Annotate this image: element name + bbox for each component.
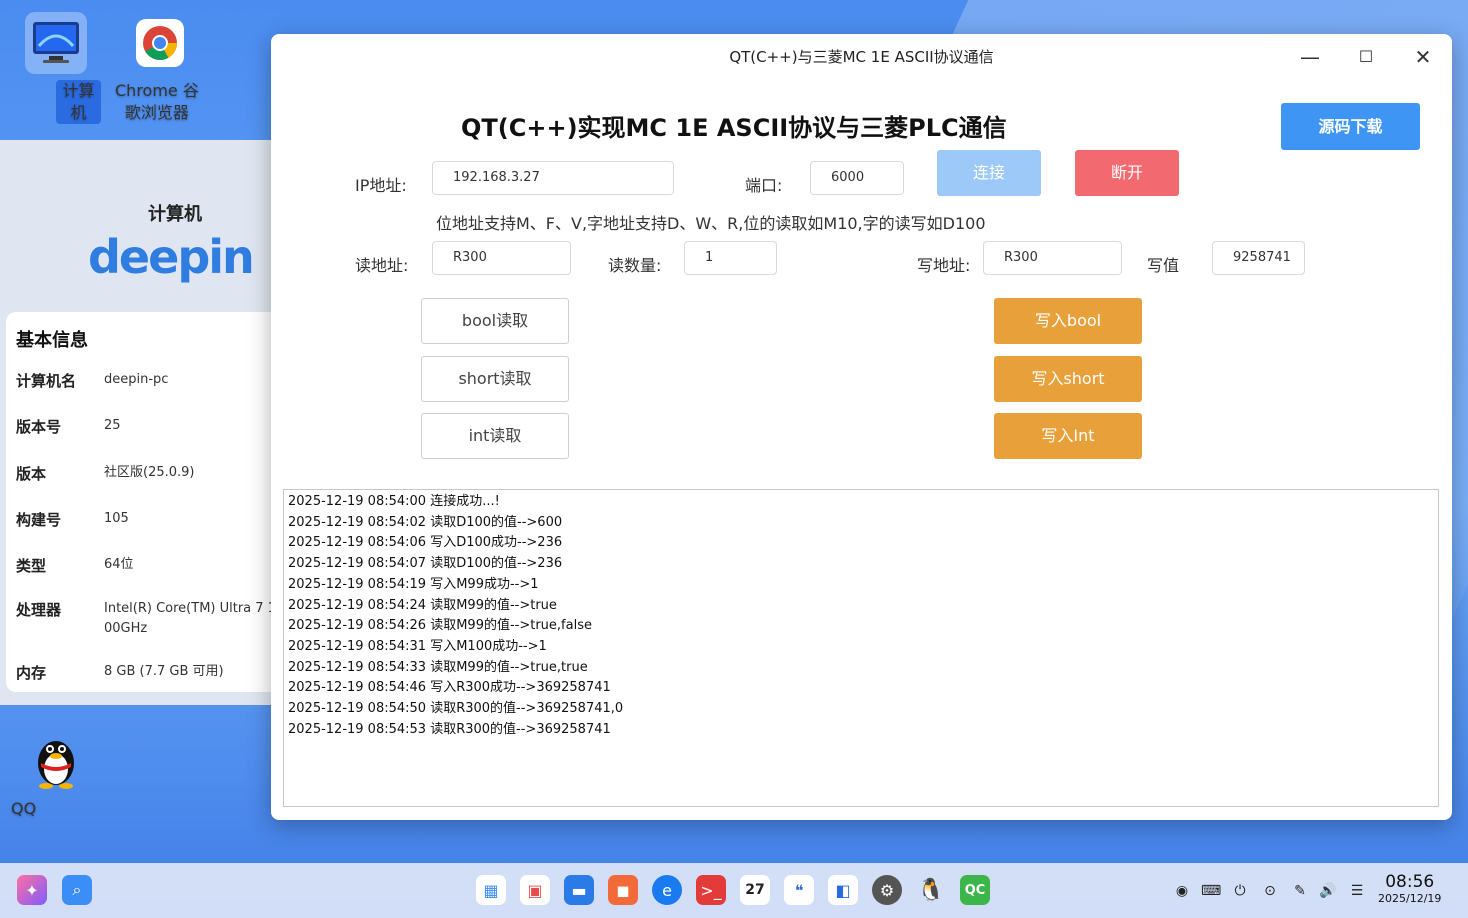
info-value: 64位 <box>104 557 134 572</box>
volume-icon[interactable]: 🔊 <box>1318 881 1338 901</box>
write-value-label: 写值 <box>1147 256 1180 275</box>
disconnect-button[interactable]: 断开 <box>1075 150 1179 196</box>
system-info-panel: 计算机 deepin 基本信息 计算机名 deepin-pc 版本号 25 版本 社区… <box>0 140 300 705</box>
int-read-button[interactable]: int读取 <box>421 413 569 459</box>
power-icon[interactable]: ⏻ <box>1230 881 1250 901</box>
clock-date: 2025/12/19 <box>1378 892 1442 905</box>
desktop-icon-label: 计算机 <box>56 80 101 124</box>
log-line: 2025-12-19 08:54:26 读取M99的值-->true,false <box>288 618 592 634</box>
info-key: 处理器 <box>16 601 62 619</box>
app-store-icon[interactable]: ◼ <box>608 875 638 905</box>
info-value: deepin-pc <box>104 372 169 387</box>
write-address-input[interactable]: R300 <box>983 241 1122 275</box>
log-line: 2025-12-19 08:54:24 读取M99的值-->true <box>288 597 557 613</box>
computer-icon <box>25 12 87 74</box>
minimize-icon[interactable]: — <box>1295 44 1325 70</box>
keyboard-icon[interactable]: ⌨ <box>1201 881 1221 901</box>
read-address-input[interactable]: R300 <box>432 241 571 275</box>
short-read-button[interactable]: short读取 <box>421 356 569 402</box>
write-value-input[interactable]: 9258741 <box>1212 241 1305 275</box>
chat-icon[interactable]: ❝ <box>784 875 814 905</box>
search-icon[interactable]: ⌕ <box>62 875 92 905</box>
connect-button[interactable]: 连接 <box>937 150 1041 196</box>
toggle-icon[interactable]: ☰ <box>1347 881 1367 901</box>
address-hint: 位地址支持M、F、V,字地址支持D、W、R,位的读取如M10,字的读写如D100 <box>436 214 986 233</box>
plc-comm-window: QT(C++)与三菱MC 1E ASCII协议通信 — ☐ ✕ QT(C++)实… <box>271 34 1452 820</box>
page-heading: QT(C++)实现MC 1E ASCII协议与三菱PLC通信 <box>461 114 1007 142</box>
bool-read-button[interactable]: bool读取 <box>421 298 569 344</box>
file-manager-icon[interactable]: ▬ <box>564 875 594 905</box>
info-value: 105 <box>104 511 129 526</box>
qt-creator-icon[interactable]: QC <box>960 875 990 905</box>
qq-penguin-icon <box>25 730 87 792</box>
log-line: 2025-12-19 08:54:46 写入R300成功-->369258741 <box>288 680 611 696</box>
info-key: 内存 <box>16 664 47 682</box>
deepin-logo: deepin <box>88 230 255 284</box>
write-bool-button[interactable]: 写入bool <box>994 298 1142 344</box>
info-key: 版本号 <box>16 418 62 436</box>
system-info-title: 计算机 <box>148 204 202 225</box>
notification-icon[interactable]: ⊙ <box>1260 881 1280 901</box>
settings-gear-icon[interactable]: ⚙ <box>872 875 902 905</box>
log-line: 2025-12-19 08:54:00 连接成功...! <box>288 494 500 509</box>
log-line: 2025-12-19 08:54:53 读取R300的值-->369258741 <box>288 721 611 737</box>
info-key: 版本 <box>16 465 47 483</box>
info-key: 计算机名 <box>16 372 77 390</box>
write-address-label: 写地址: <box>917 256 971 275</box>
log-line: 2025-12-19 08:54:50 读取R300的值-->369258741… <box>288 701 624 717</box>
port-label: 端口: <box>745 176 783 195</box>
taskbar: ✦ ⌕ ▦ ▣ ▬ ◼ e >_ 27 ❝ ◧ ⚙ 🐧 QC ◉ ⌨ ⏻ ⊙ ✎… <box>0 863 1468 918</box>
basic-info-card: 基本信息 计算机名 deepin-pc 版本号 25 版本 社区版(25.0.9) 构… <box>6 312 300 692</box>
window-title: QT(C++)与三菱MC 1E ASCII协议通信 <box>729 48 994 66</box>
source-download-button[interactable]: 源码下载 <box>1281 103 1420 150</box>
write-short-button[interactable]: 写入short <box>994 356 1142 402</box>
port-input[interactable]: 6000 <box>810 161 904 195</box>
qq-taskbar-icon[interactable]: 🐧 <box>916 875 946 905</box>
app-grid-icon[interactable]: ▦ <box>476 875 506 905</box>
pen-icon[interactable]: ✎ <box>1290 881 1310 901</box>
info-value: Intel(R) Core(TM) Ultra 7 1 00GHz <box>104 601 276 636</box>
log-line: 2025-12-19 08:54:07 读取D100的值-->236 <box>288 556 563 572</box>
info-key: 类型 <box>16 557 47 575</box>
clock-time: 08:56 <box>1385 872 1435 892</box>
log-line: 2025-12-19 08:54:19 写入M99成功-->1 <box>288 576 539 592</box>
desktop-icon-label: Chrome 谷 歌浏览器 <box>115 81 199 122</box>
log-line: 2025-12-19 08:54:06 写入D100成功-->236 <box>288 535 563 551</box>
close-icon[interactable]: ✕ <box>1408 44 1438 70</box>
desktop-icon-label: QQ <box>11 799 37 818</box>
desktop-icon-chrome[interactable]: Chrome 谷 歌浏览器 <box>115 12 205 122</box>
ip-input[interactable]: 192.168.3.27 <box>432 161 674 195</box>
read-address-label: 读地址: <box>355 256 409 275</box>
clock[interactable]: 08:56 2025/12/19 <box>1378 872 1441 905</box>
control-icon[interactable]: ◧ <box>828 875 858 905</box>
log-line: 2025-12-19 08:54:33 读取M99的值-->true,true <box>288 659 588 675</box>
chrome-icon <box>129 12 191 74</box>
multitask-icon[interactable]: ▣ <box>520 875 550 905</box>
info-value: 社区版(25.0.9) <box>104 465 195 480</box>
read-count-label: 读数量: <box>608 256 662 275</box>
terminal-icon[interactable]: >_ <box>696 875 726 905</box>
desktop-icon-computer[interactable]: 计算机 <box>11 12 101 124</box>
info-key: 构建号 <box>16 511 62 529</box>
calendar-icon[interactable]: 27 <box>740 875 770 905</box>
basic-info-heading: 基本信息 <box>16 330 88 351</box>
log-textarea[interactable]: 2025-12-19 08:54:00 连接成功...! 2025-12-19 … <box>283 489 1439 807</box>
write-int-button[interactable]: 写入Int <box>994 413 1142 459</box>
maximize-icon[interactable]: ☐ <box>1351 44 1381 70</box>
log-line: 2025-12-19 08:54:31 写入M100成功-->1 <box>288 638 547 654</box>
browser-icon[interactable]: e <box>652 875 682 905</box>
ip-label: IP地址: <box>355 176 407 195</box>
desktop-icon-qq[interactable]: QQ <box>11 730 101 818</box>
launcher-icon[interactable]: ✦ <box>17 875 47 905</box>
read-count-input[interactable]: 1 <box>684 241 777 275</box>
info-value: 25 <box>104 418 121 433</box>
info-value: 8 GB (7.7 GB 可用) <box>104 664 224 679</box>
qq-tray-icon[interactable]: ◉ <box>1172 881 1192 901</box>
log-line: 2025-12-19 08:54:02 读取D100的值-->600 <box>288 514 563 530</box>
